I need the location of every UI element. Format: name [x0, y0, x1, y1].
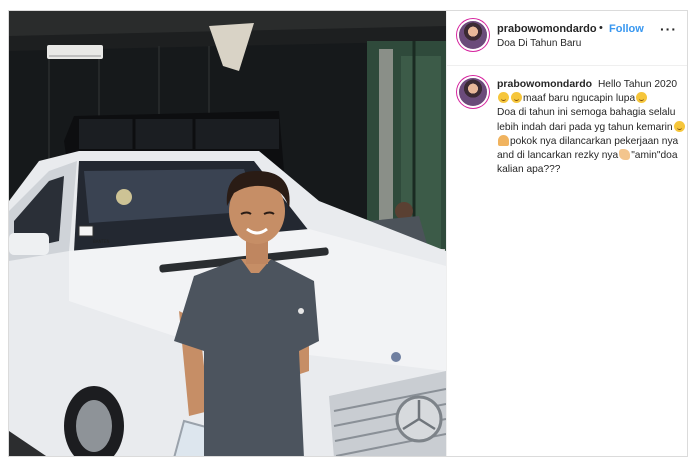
post-side-panel: prabowomondardo • Follow Doa Di Tahun Ba…	[446, 11, 687, 456]
plate-text: BANTEN	[93, 239, 109, 244]
separator-dot: •	[599, 22, 603, 34]
location-link[interactable]: Doa Di Tahun Baru	[497, 38, 581, 49]
avatar[interactable]	[459, 21, 487, 49]
post-photo[interactable]: BANTEN	[9, 11, 446, 456]
post-header: prabowomondardo • Follow Doa Di Tahun Ba…	[447, 11, 687, 66]
more-options-icon[interactable]: ···	[660, 21, 677, 37]
smiling-face-icon	[511, 92, 522, 104]
caption-line-1: Hello Tahun 2020	[597, 79, 678, 90]
follow-button[interactable]: Follow	[609, 23, 644, 35]
username-link[interactable]: prabowomondardo	[497, 23, 597, 35]
caption-avatar[interactable]	[459, 78, 487, 106]
flexed-hand-icon	[619, 149, 631, 161]
caption-line-3: Doa di tahun ini semoga bahagia selalu l…	[497, 107, 676, 133]
grinning-face-icon	[636, 92, 648, 104]
post-caption: prabowomondardo Hello Tahun 2020 maaf ba…	[497, 77, 687, 177]
photo-scene: BANTEN	[9, 11, 446, 456]
folded-hands-icon	[498, 134, 509, 146]
grinning-face-icon	[498, 92, 509, 104]
laughing-face-icon	[673, 120, 685, 132]
caption-username-link[interactable]: prabowomondardo	[497, 78, 592, 90]
instagram-post: BANTEN prabowomondardo • Follow Doa Di T…	[8, 10, 688, 457]
caption-line-2: maaf baru ngucapin lupa	[523, 93, 636, 105]
